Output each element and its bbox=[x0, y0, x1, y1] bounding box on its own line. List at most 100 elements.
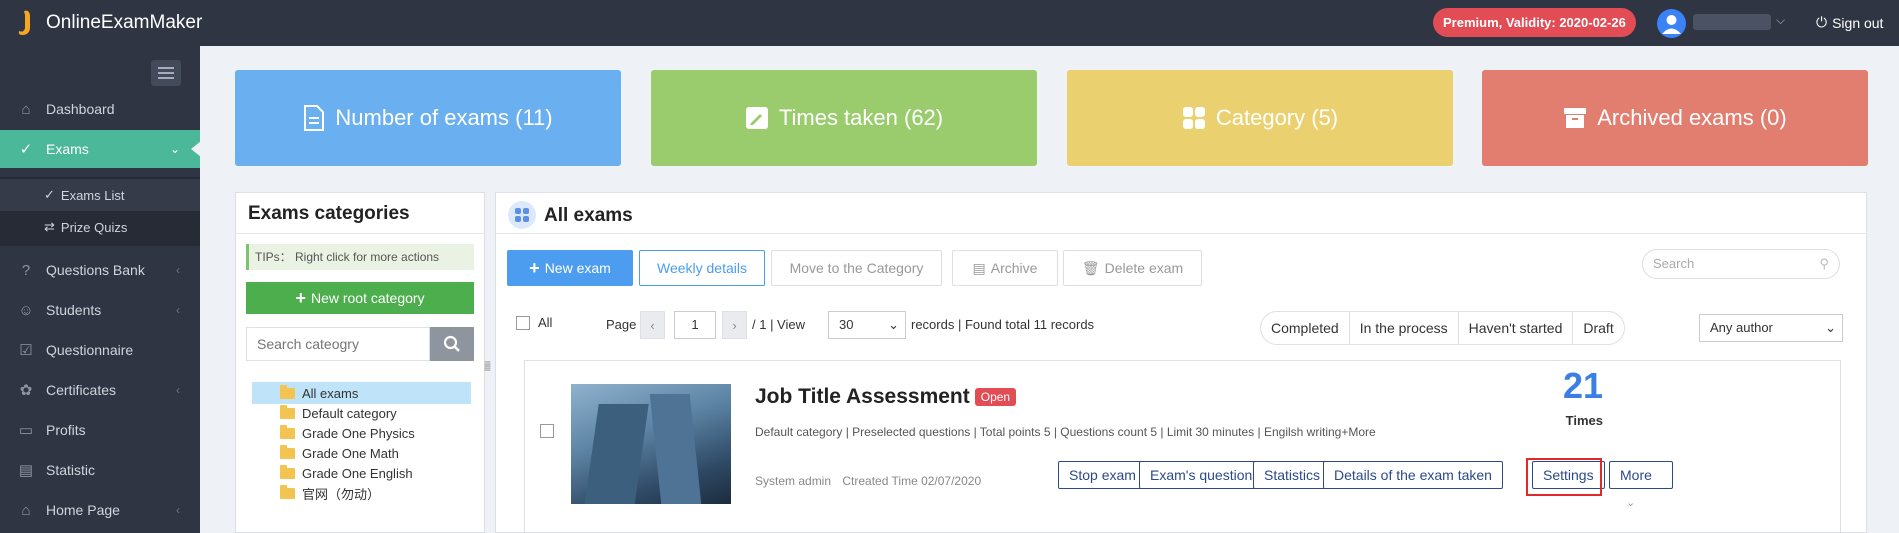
tree-item-label: Grade One Physics bbox=[302, 425, 415, 441]
chevron-left-icon: ‹ bbox=[176, 303, 180, 317]
stop-exam-button[interactable]: Stop exam bbox=[1058, 461, 1147, 489]
folder-icon bbox=[280, 464, 295, 479]
tree-item-label: Grade One Math bbox=[302, 445, 399, 461]
exam-author: System admin bbox=[755, 474, 832, 488]
page-label: Page bbox=[606, 317, 637, 332]
sidebar-item-certificates[interactable]: ✿ Certificates ‹ bbox=[0, 371, 200, 409]
check-circle-icon: ✓ bbox=[19, 141, 33, 158]
chevron-left-icon: ‹ bbox=[176, 263, 180, 277]
more-label: More bbox=[1620, 467, 1652, 483]
divider bbox=[496, 233, 1866, 234]
sidebar-item-home-page[interactable]: ⌂ Home Page ‹ bbox=[0, 491, 200, 529]
exam-title[interactable]: Job Title Assessment Open bbox=[755, 385, 1017, 409]
sign-out-label: Sign out bbox=[1832, 14, 1884, 31]
stat-card-times-taken[interactable]: Times taken (62) bbox=[651, 70, 1037, 166]
chevron-down-icon: ⌄ bbox=[888, 317, 899, 332]
exam-footer: System admin Ctreated Time 02/07/2020 bbox=[755, 474, 981, 488]
stat-card-number-of-exams[interactable]: Number of exams (11) bbox=[235, 70, 621, 166]
stat-card-archived-exams[interactable]: Archived exams (0) bbox=[1482, 70, 1868, 166]
pagination-bar: All Page ‹ 1 › / 1 | View 30 ⌄ records |… bbox=[514, 311, 1114, 339]
premium-badge[interactable]: Premium, Validity: 2020-02-26 bbox=[1433, 8, 1636, 37]
sidebar-item-exams[interactable]: ✓ Exams ⌄ bbox=[0, 130, 201, 168]
tree-item[interactable]: 官网（勿动） bbox=[252, 482, 471, 504]
folder-icon bbox=[280, 444, 295, 459]
exam-search-input[interactable]: Search ⚲ bbox=[1642, 249, 1840, 279]
avatar[interactable] bbox=[1657, 9, 1686, 38]
tree-item[interactable]: Grade One Physics bbox=[252, 422, 471, 444]
page-size-select[interactable]: 30 ⌄ bbox=[828, 311, 906, 339]
new-exam-button[interactable]: + New exam bbox=[507, 250, 633, 286]
sidebar-item-students[interactable]: ☺ Students ‹ bbox=[0, 291, 200, 329]
users-icon: ☺ bbox=[18, 301, 34, 319]
tree-item-label: Grade One English bbox=[302, 465, 413, 481]
menu-toggle-icon[interactable] bbox=[151, 60, 181, 86]
checkbox-icon: ☑ bbox=[19, 342, 33, 359]
user-icon bbox=[1662, 15, 1681, 34]
sidebar-item-label: Students bbox=[46, 302, 102, 318]
document-icon bbox=[304, 105, 325, 131]
weekly-details-button[interactable]: Weekly details bbox=[639, 250, 765, 286]
archive-button[interactable]: ▤ Archive bbox=[952, 250, 1058, 286]
select-all-checkbox[interactable] bbox=[516, 316, 530, 330]
author-select[interactable]: Any author ⌄ bbox=[1699, 314, 1843, 342]
statistics-button[interactable]: Statistics bbox=[1253, 461, 1332, 489]
move-to-category-button[interactable]: Move to the Category bbox=[771, 250, 942, 286]
sidebar-item-dashboard[interactable]: ⌂ Dashboard bbox=[0, 90, 200, 128]
sign-out-link[interactable]: ⏻ Sign out bbox=[1816, 14, 1883, 31]
author-select-value: Any author bbox=[1710, 320, 1773, 335]
category-search-input[interactable] bbox=[246, 327, 430, 361]
sidebar-subitem-prize-quizs[interactable]: ⇄ Prize Quizs bbox=[0, 211, 200, 243]
sidebar-subitem-label: Exams List bbox=[60, 187, 125, 203]
bar-chart-icon: ▤ bbox=[18, 462, 34, 479]
stat-card-category[interactable]: Category (5) bbox=[1067, 70, 1453, 166]
sidebar-item-questionnaire[interactable]: ☑ Questionnaire bbox=[0, 331, 200, 369]
exam-title-text: Job Title Assessment bbox=[755, 385, 970, 408]
filter-in-process[interactable]: In the process bbox=[1350, 312, 1459, 344]
power-icon: ⏻ bbox=[1816, 14, 1828, 30]
next-page-button[interactable]: › bbox=[722, 311, 747, 339]
sidebar-subitem-exams-list[interactable]: ✓ Exams List bbox=[0, 179, 200, 211]
page-title: All exams bbox=[544, 205, 633, 226]
archive-icon bbox=[1564, 108, 1587, 128]
delete-exam-label: Delete exam bbox=[1104, 260, 1184, 276]
delete-exam-button[interactable]: 🗑 Delete exam bbox=[1063, 250, 1202, 286]
exam-thumbnail[interactable] bbox=[571, 384, 731, 504]
more-dropdown-button[interactable]: More ⌄ bbox=[1609, 461, 1673, 509]
divider bbox=[236, 233, 484, 234]
tips-banner: TIPs： Right click for more actions bbox=[246, 244, 474, 270]
folder-icon bbox=[280, 424, 295, 439]
status-badge: Open bbox=[974, 388, 1017, 406]
tree-item[interactable]: Default category bbox=[252, 402, 471, 424]
sidebar-item-label: Questions Bank bbox=[46, 262, 145, 278]
page-number-input[interactable]: 1 bbox=[674, 311, 716, 339]
filter-draft[interactable]: Draft bbox=[1573, 312, 1623, 344]
prev-page-button[interactable]: ‹ bbox=[640, 311, 665, 339]
stat-label: Times taken (62) bbox=[778, 105, 944, 130]
tree-item-all-exams[interactable]: All exams bbox=[252, 382, 471, 404]
tree-item[interactable]: Grade One Math bbox=[252, 442, 471, 464]
chevron-down-icon[interactable]: ⌵ bbox=[1776, 13, 1785, 28]
new-root-category-button[interactable]: + New root category bbox=[246, 282, 474, 314]
records-summary: records | Found total 11 records bbox=[911, 317, 1095, 332]
categories-panel: Exams categories TIPs： Right click for m… bbox=[235, 192, 485, 533]
categories-title: Exams categories bbox=[248, 203, 410, 224]
exam-taken-details-button[interactable]: Details of the exam taken bbox=[1323, 461, 1503, 489]
filter-not-started[interactable]: Haven't started bbox=[1459, 312, 1574, 344]
times-taken-count: 21 bbox=[1562, 365, 1603, 406]
exam-questions-button[interactable]: Exam's questions bbox=[1139, 461, 1271, 489]
sidebar-item-questions-bank[interactable]: ? Questions Bank ‹ bbox=[0, 251, 200, 289]
stat-label: Archived exams (0) bbox=[1597, 105, 1787, 130]
username-redacted[interactable] bbox=[1693, 14, 1771, 30]
filter-completed[interactable]: Completed bbox=[1261, 312, 1350, 344]
times-taken-label: Times bbox=[1565, 413, 1603, 428]
category-search-button[interactable] bbox=[430, 327, 474, 361]
sidebar: ⌂ Dashboard ✓ Exams ⌄ ✓ Exams List ⇄ Pri… bbox=[0, 46, 201, 533]
sidebar-item-statistic[interactable]: ▤ Statistic bbox=[0, 451, 200, 489]
tree-item[interactable]: Grade One English bbox=[252, 462, 471, 484]
sidebar-item-label: Dashboard bbox=[46, 101, 115, 117]
home-page-icon: ⌂ bbox=[21, 501, 31, 519]
exam-row-checkbox[interactable] bbox=[540, 424, 554, 438]
app-logo[interactable]: OnlineExamMaker bbox=[18, 8, 202, 38]
sidebar-item-profits[interactable]: ▭ Profits bbox=[0, 411, 200, 449]
total-pages-label: / 1 | View bbox=[752, 317, 805, 332]
